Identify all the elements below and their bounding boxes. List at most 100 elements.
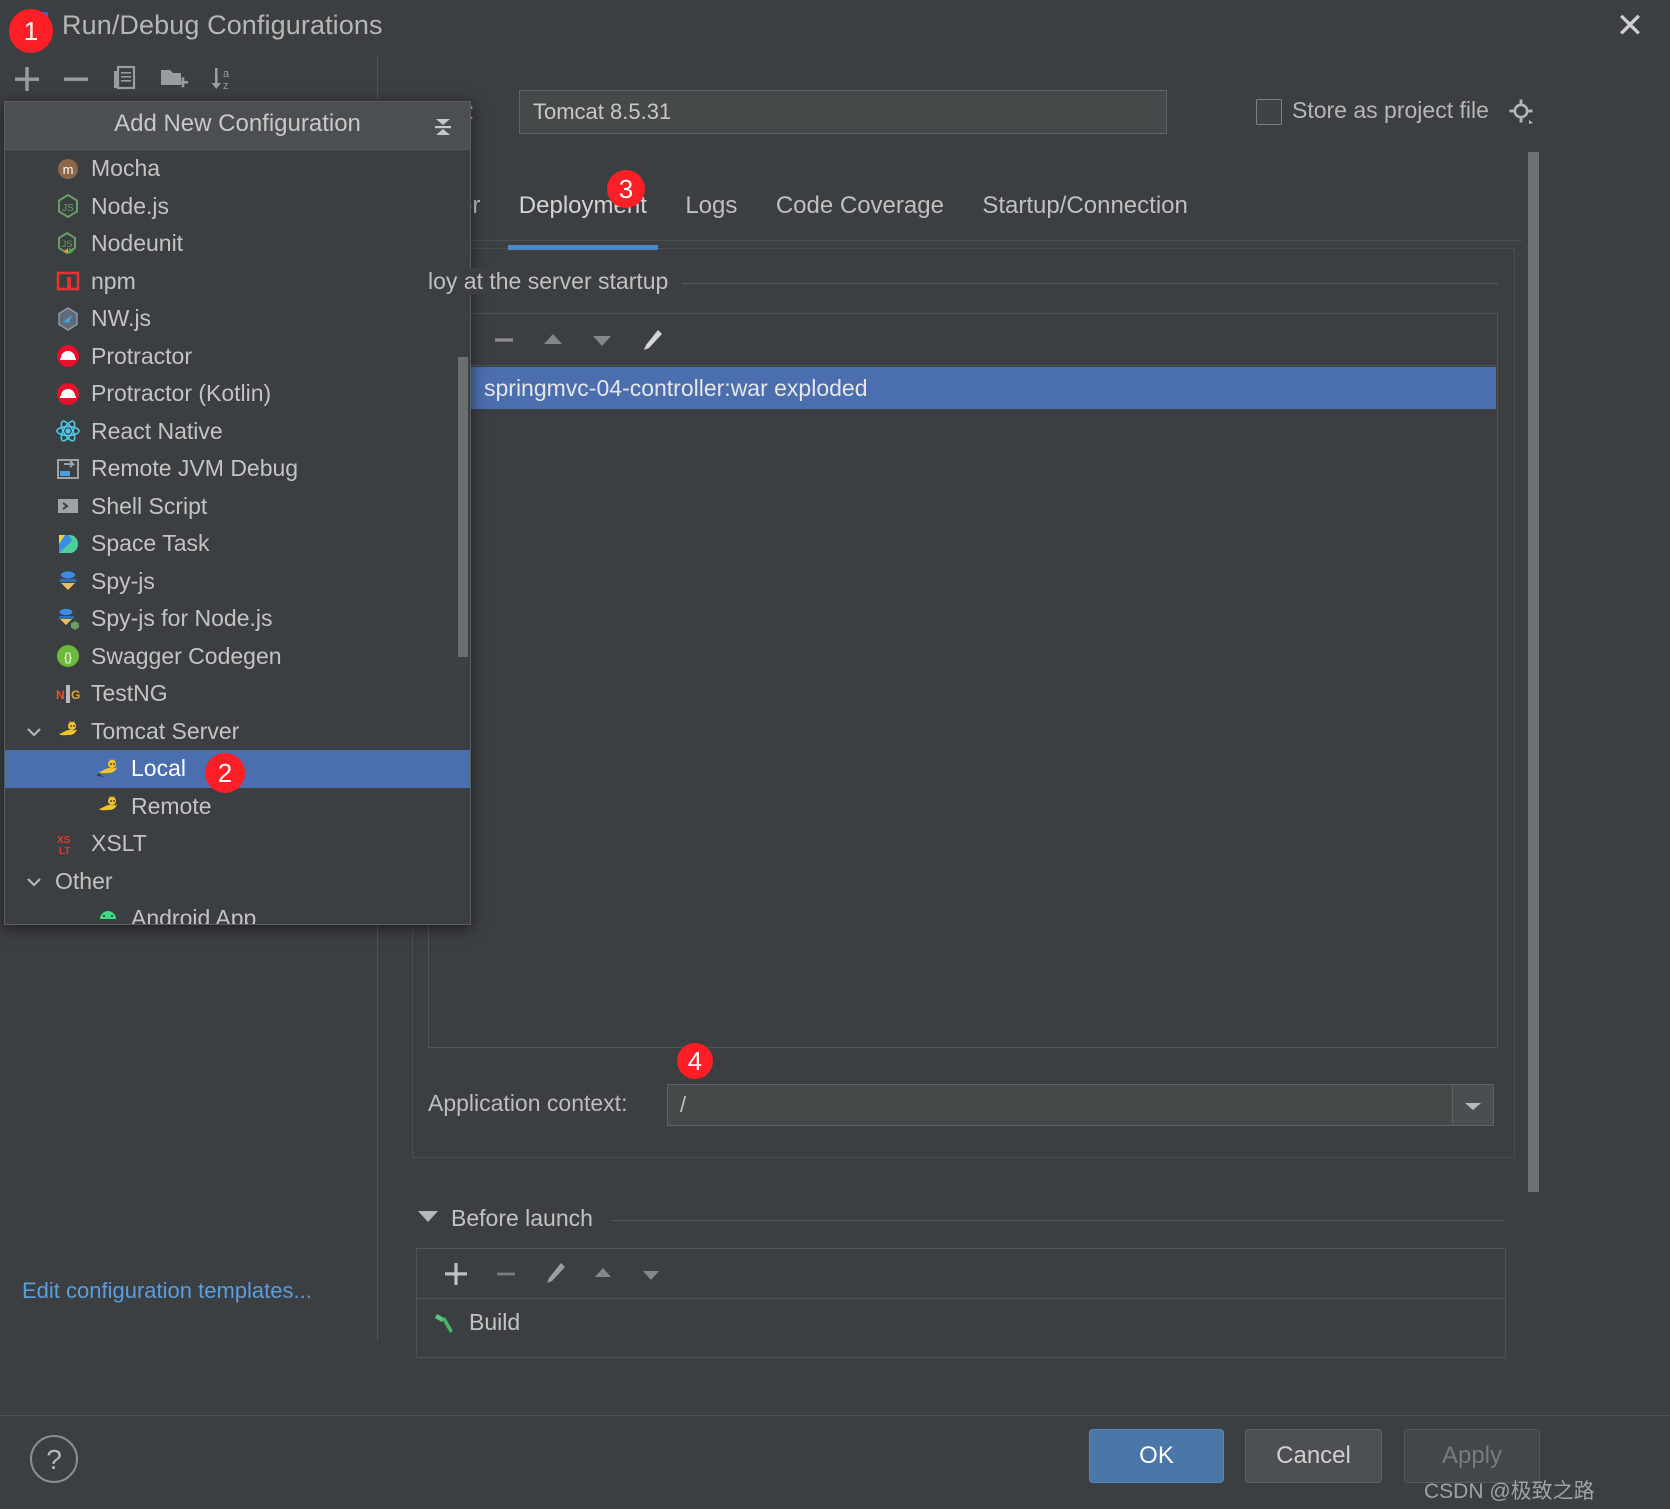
config-type-item-android-app[interactable]: Android App	[5, 900, 470, 924]
config-type-label: Local	[131, 755, 186, 782]
tomcat-icon	[95, 756, 121, 782]
application-context-input[interactable]: /	[667, 1084, 1453, 1126]
page-title: Run/Debug Configurations	[62, 10, 383, 40]
svg-text:m: m	[63, 162, 74, 177]
protractor-icon	[55, 381, 81, 407]
new-folder-button[interactable]	[155, 60, 193, 98]
config-type-item-spy-js-for-node-js[interactable]: Spy-js for Node.js	[5, 600, 470, 638]
config-type-item-space-task[interactable]: Space Task	[5, 525, 470, 563]
chevron-down-icon[interactable]	[23, 871, 43, 891]
config-type-item-spy-js[interactable]: Spy-js	[5, 563, 470, 601]
tomcat-icon	[95, 793, 121, 819]
config-type-item-other[interactable]: Other	[5, 863, 470, 901]
edit-configuration-templates-link[interactable]: Edit configuration templates...	[22, 1278, 312, 1304]
config-type-item-protractor[interactable]: Protractor	[5, 338, 470, 376]
shell-script-icon	[55, 493, 81, 519]
title-bar: IJ Run/Debug Configurations ✕	[0, 0, 1670, 56]
popup-title: Add New Configuration	[114, 110, 361, 137]
config-type-label: NW.js	[91, 305, 152, 332]
sort-configurations-button[interactable]: a z	[204, 60, 242, 98]
react-native-icon	[55, 418, 81, 444]
config-type-item-remote[interactable]: Remote	[5, 788, 470, 826]
config-type-item-xslt[interactable]: XS LT XSLT	[5, 825, 470, 863]
before-launch-toolbar	[417, 1249, 1505, 1299]
edit-task-button[interactable]	[537, 1257, 571, 1291]
add-new-configuration-popup: Add New Configuration m Mocha JS Node.js JS N…	[4, 101, 471, 925]
config-type-label: Spy-js for Node.js	[91, 605, 273, 632]
store-as-project-file-label: Store as project file	[1292, 97, 1489, 123]
move-down-button[interactable]	[585, 324, 619, 356]
cancel-button[interactable]: Cancel	[1245, 1429, 1382, 1483]
mocha-icon: m	[55, 156, 81, 182]
task-move-up-button[interactable]	[586, 1257, 620, 1291]
tab-code-coverage[interactable]: Code Coverage	[759, 188, 961, 240]
remove-artifact-button[interactable]	[487, 324, 521, 356]
svg-text:JS: JS	[62, 239, 73, 249]
config-type-label: Android App	[131, 905, 257, 924]
configuration-type-list[interactable]: m Mocha JS Node.js JS Nodeunit npm NW.js Protrac…	[5, 150, 470, 924]
config-type-label: Node.js	[91, 192, 169, 219]
config-type-item-tomcat-server[interactable]: Tomcat Server	[5, 713, 470, 751]
configuration-name-input[interactable]: Tomcat 8.5.31	[519, 90, 1167, 134]
before-launch-task-row[interactable]: Build	[417, 1300, 1505, 1344]
add-task-button[interactable]	[439, 1257, 473, 1291]
config-type-item-remote-jvm-debug[interactable]: Remote JVM Debug	[5, 450, 470, 488]
edit-artifact-button[interactable]	[634, 324, 668, 356]
annotation-badge-3: 3	[607, 170, 645, 208]
copy-configuration-button[interactable]	[106, 60, 144, 98]
settings-scrollbar-thumb[interactable]	[1528, 152, 1539, 1192]
annotation-badge-2: 2	[205, 753, 245, 793]
config-type-label: TestNG	[91, 680, 168, 707]
add-configuration-button[interactable]	[8, 60, 46, 98]
config-type-item-mocha[interactable]: m Mocha	[5, 150, 470, 188]
remove-configuration-button[interactable]	[57, 60, 95, 98]
before-launch-panel: Build	[416, 1248, 1506, 1358]
svg-text:z: z	[223, 80, 229, 92]
config-type-item-react-native[interactable]: React Native	[5, 413, 470, 451]
before-launch-line	[612, 1220, 1504, 1221]
move-up-button[interactable]	[536, 324, 570, 356]
config-type-item-shell-script[interactable]: Shell Script	[5, 488, 470, 526]
config-type-label: XSLT	[91, 830, 147, 857]
close-icon[interactable]: ✕	[1610, 8, 1650, 48]
swagger-icon: {}	[55, 643, 81, 669]
tab-startup-connection[interactable]: Startup/Connection	[965, 188, 1204, 240]
watermark: CSDN @极致之路	[1424, 1480, 1595, 1503]
before-launch-collapse-icon[interactable]	[418, 1211, 438, 1222]
config-type-item-node-js[interactable]: JS Node.js	[5, 188, 470, 226]
protractor-icon	[55, 343, 81, 369]
config-type-item-npm[interactable]: npm	[5, 263, 470, 301]
tomcat-icon	[55, 718, 81, 744]
xslt-icon: XS LT	[55, 831, 81, 857]
application-context-dropdown-button[interactable]	[1452, 1084, 1494, 1126]
space-task-icon	[55, 531, 81, 557]
help-button[interactable]: ?	[30, 1435, 78, 1483]
svg-text:{}: {}	[64, 650, 72, 664]
task-move-down-button[interactable]	[634, 1257, 668, 1291]
android-icon	[95, 906, 121, 924]
store-as-project-file-checkbox[interactable]	[1256, 99, 1282, 125]
gear-icon[interactable]	[1508, 98, 1536, 126]
popup-scrollbar-thumb[interactable]	[458, 357, 468, 657]
config-type-item-protractor-kotlin[interactable]: Protractor (Kotlin)	[5, 375, 470, 413]
config-type-label: Protractor	[91, 342, 192, 369]
svg-text:N: N	[56, 688, 65, 702]
annotation-badge-4: 4	[677, 1043, 713, 1079]
annotation-badge-1: 1	[9, 9, 53, 53]
tab-logs[interactable]: Logs	[668, 188, 754, 240]
deployment-artifact-row[interactable]: springmvc-04-controller:war exploded	[430, 367, 1496, 409]
config-type-item-nodeunit[interactable]: JS Nodeunit	[5, 225, 470, 263]
deployment-artifacts-panel: springmvc-04-controller:war exploded	[428, 313, 1498, 1048]
config-type-label: Swagger Codegen	[91, 642, 282, 669]
config-type-item-testng[interactable]: N G TestNG	[5, 675, 470, 713]
config-type-label: Other	[55, 867, 113, 894]
config-type-label: Protractor (Kotlin)	[91, 380, 272, 407]
ok-button[interactable]: OK	[1089, 1429, 1224, 1483]
deploy-section-title: loy at the server startup	[428, 268, 683, 295]
config-type-item-nw-js[interactable]: NW.js	[5, 300, 470, 338]
config-type-item-swagger-codegen[interactable]: {} Swagger Codegen	[5, 638, 470, 676]
remove-task-button[interactable]	[489, 1257, 523, 1291]
collapse-all-icon[interactable]	[430, 114, 456, 140]
chevron-down-icon[interactable]	[23, 721, 43, 741]
config-type-label: Remote	[131, 792, 212, 819]
